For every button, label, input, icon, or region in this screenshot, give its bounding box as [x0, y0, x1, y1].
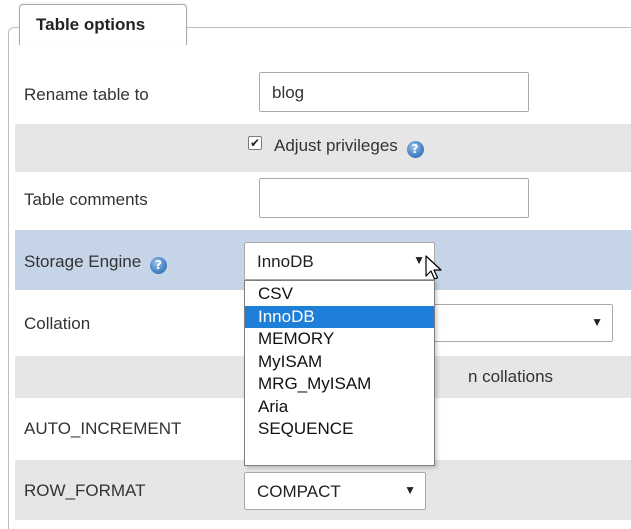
rename-label: Rename table to: [24, 85, 149, 104]
storage-engine-option[interactable]: InnoDB: [245, 305, 434, 328]
collation-label: Collation: [24, 314, 91, 333]
collations-note-text: n collations: [468, 367, 554, 386]
rename-input[interactable]: blog: [259, 72, 529, 112]
chevron-down-icon: ▼: [404, 483, 416, 497]
storage-engine-option[interactable]: MEMORY: [245, 328, 434, 351]
row-format-label: ROW_FORMAT: [24, 481, 146, 500]
mouse-cursor-icon: [425, 255, 442, 280]
adjust-privileges-label: Adjust privileges ?: [274, 136, 424, 158]
auto-increment-label: AUTO_INCREMENT: [24, 419, 182, 438]
storage-engine-dropdown: CSV InnoDB MEMORY MyISAM MRG_MyISAM Aria…: [244, 280, 435, 466]
storage-engine-text: Storage Engine: [24, 252, 142, 271]
privileges-row: ✔ Adjust privileges ?: [15, 124, 631, 172]
adjust-privileges-checkbox[interactable]: ✔: [248, 136, 262, 150]
chevron-down-icon: ▼: [591, 315, 603, 329]
adjust-privileges-text: Adjust privileges: [274, 136, 398, 155]
chevron-down-icon: ▼: [413, 253, 425, 267]
storage-engine-selected: InnoDB: [257, 252, 314, 271]
storage-engine-label: Storage Engine ?: [24, 252, 167, 274]
help-icon[interactable]: ?: [149, 257, 167, 274]
row-format-selected: COMPACT: [257, 482, 341, 501]
storage-engine-option[interactable]: MRG_MyISAM: [245, 373, 434, 396]
comments-input[interactable]: [259, 178, 529, 218]
storage-engine-option[interactable]: SEQUENCE: [245, 418, 434, 441]
comments-row: Table comments: [15, 172, 631, 230]
storage-engine-select[interactable]: InnoDB ▼: [244, 242, 435, 280]
storage-engine-option[interactable]: Aria: [245, 396, 434, 419]
storage-engine-option[interactable]: MyISAM: [245, 351, 434, 374]
row-format-select[interactable]: COMPACT ▼: [244, 472, 426, 510]
comments-label: Table comments: [24, 190, 148, 209]
help-icon[interactable]: ?: [406, 141, 424, 158]
storage-engine-option[interactable]: CSV: [245, 283, 434, 306]
row-format-row: ROW_FORMAT COMPACT ▼: [15, 460, 631, 520]
table-options-legend: Table options: [19, 4, 187, 45]
